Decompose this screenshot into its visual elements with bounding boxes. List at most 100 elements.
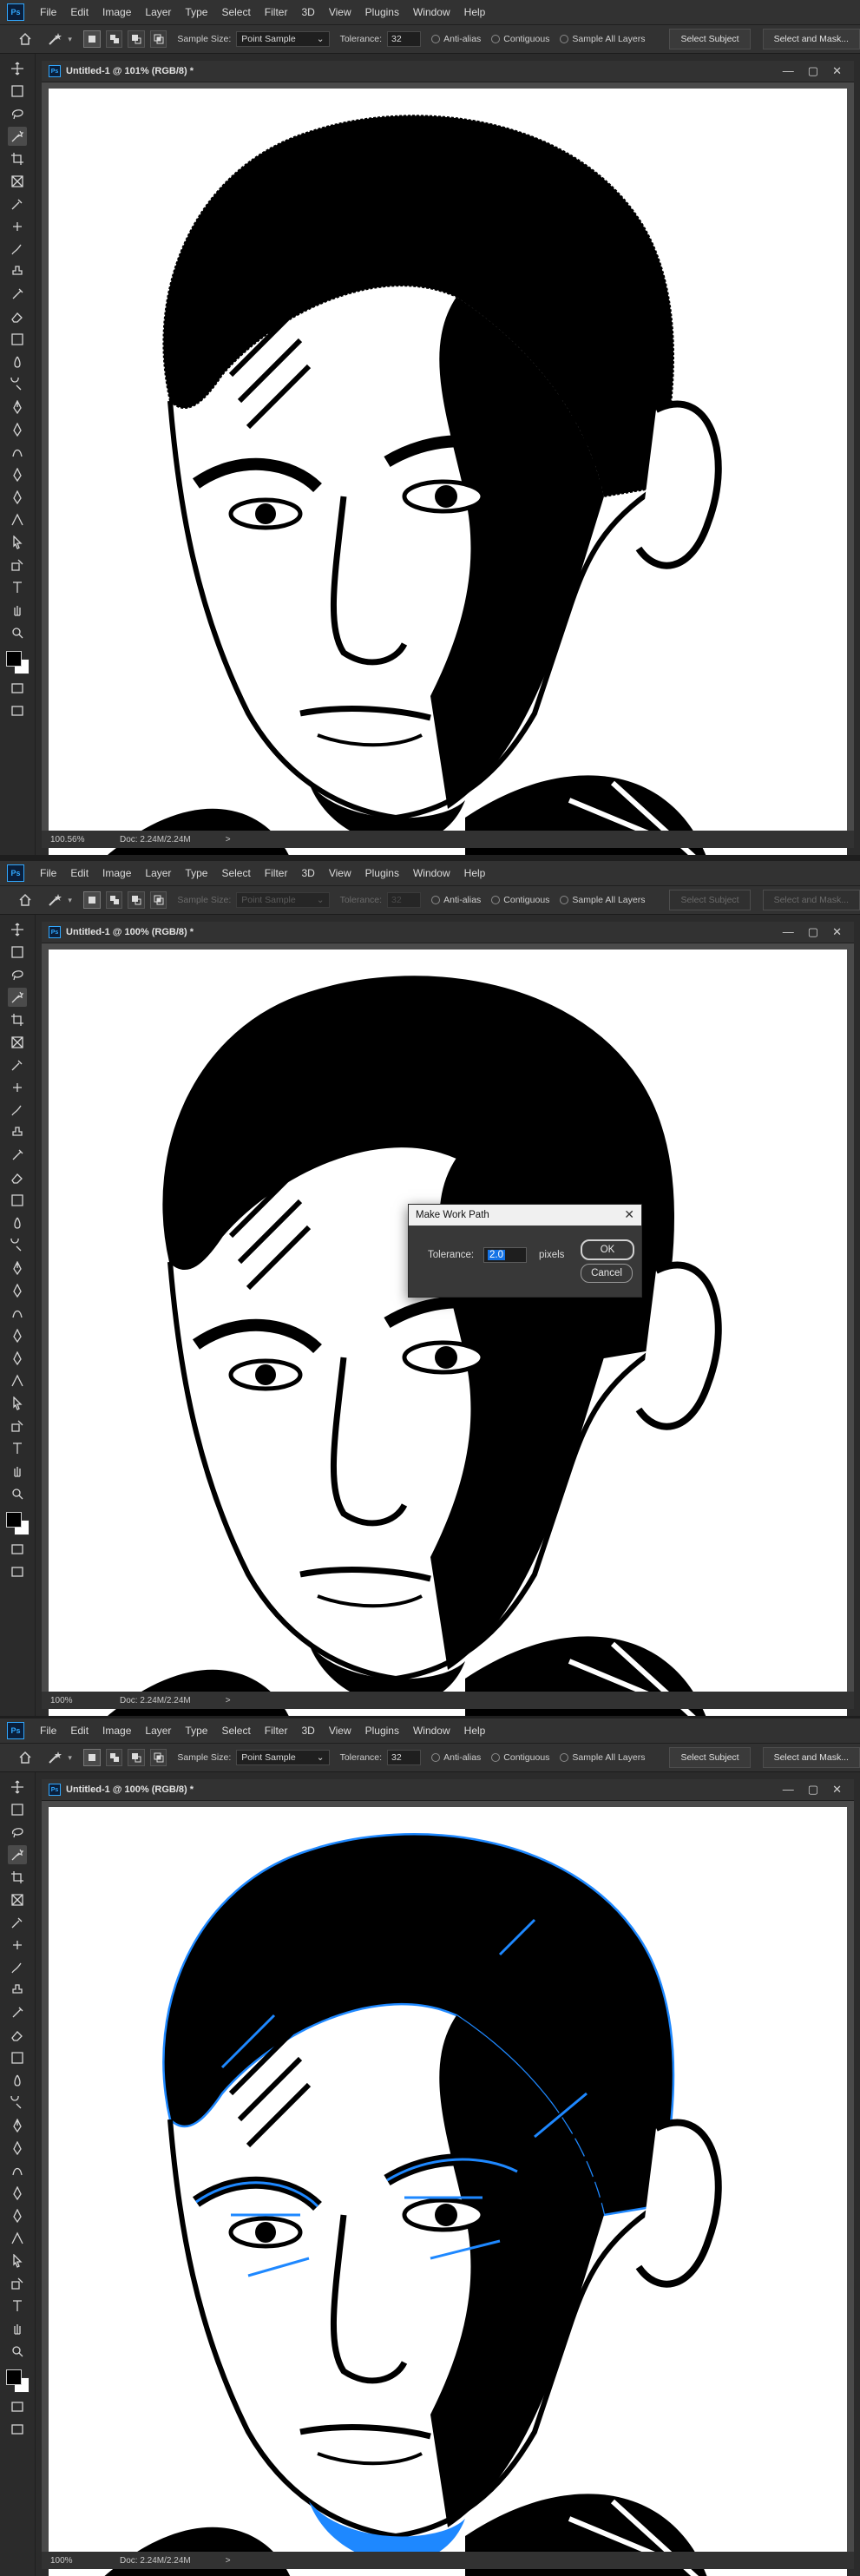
add-to-selection-button[interactable] [105,1749,123,1766]
lasso-tool-icon[interactable] [8,965,27,984]
photoshop-logo-icon[interactable]: Ps [7,3,24,21]
status-menu-arrow-icon[interactable]: > [226,835,231,844]
marquee-tool-icon[interactable] [8,943,27,962]
lasso-tool-icon[interactable] [8,1823,27,1842]
sample-size-select[interactable]: Point Sample ⌄ [236,1750,330,1765]
home-icon[interactable] [16,890,34,910]
photoshop-logo-icon[interactable]: Ps [7,864,24,882]
document-info[interactable]: Doc: 2.24M/2.24M [120,1696,191,1705]
sample-all-layers-checkbox[interactable]: Sample All Layers [560,1752,645,1763]
magic-wand-tool-icon[interactable] [8,127,27,146]
move-tool-icon[interactable] [8,1778,27,1797]
contiguous-checkbox[interactable]: Contiguous [491,34,549,44]
path-selection-tool-icon[interactable] [8,1394,27,1413]
canvas[interactable] [49,1807,847,2576]
sample-all-layers-checkbox[interactable]: Sample All Layers [560,34,645,44]
menu-filter[interactable]: Filter [258,1718,295,1743]
curvature-pen-tool-icon[interactable] [8,2161,27,2180]
hand-tool-icon[interactable] [8,1462,27,1481]
minimize-icon[interactable]: — [783,64,794,78]
subtract-from-selection-button[interactable] [128,891,145,909]
add-to-selection-button[interactable] [105,891,123,909]
maximize-icon[interactable]: ▢ [808,64,818,78]
magic-wand-tool-icon[interactable] [8,988,27,1007]
menu-edit[interactable]: Edit [63,861,95,885]
menu-type[interactable]: Type [178,861,214,885]
add-to-selection-button[interactable] [105,30,123,48]
close-icon[interactable]: ✕ [624,1207,634,1222]
menu-filter[interactable]: Filter [258,861,295,885]
brush-tool-icon[interactable] [8,240,27,259]
hand-tool-icon[interactable] [8,601,27,620]
clone-stamp-tool-icon[interactable] [8,1123,27,1142]
anti-alias-checkbox[interactable]: Anti-alias [431,895,481,905]
menu-plugins[interactable]: Plugins [358,0,406,24]
eraser-tool-icon[interactable] [8,307,27,326]
shape-tool-icon[interactable] [8,555,27,575]
convert-point-tool-icon[interactable] [8,1371,27,1390]
menu-window[interactable]: Window [406,0,457,24]
anti-alias-checkbox[interactable]: Anti-alias [431,1752,481,1763]
crop-tool-icon[interactable] [8,149,27,168]
subtract-from-selection-button[interactable] [128,30,145,48]
select-subject-button[interactable]: Select Subject [669,890,751,910]
menu-filter[interactable]: Filter [258,0,295,24]
document-info[interactable]: Doc: 2.24M/2.24M [120,835,191,844]
type-tool-icon[interactable] [8,2297,27,2316]
blur-tool-icon[interactable] [8,1213,27,1232]
document-info[interactable]: Doc: 2.24M/2.24M [120,2556,191,2566]
menu-view[interactable]: View [322,861,358,885]
move-tool-icon[interactable] [8,59,27,78]
menu-edit[interactable]: Edit [63,1718,95,1743]
path-selection-tool-icon[interactable] [8,533,27,552]
tolerance-input[interactable]: 32 [387,892,422,908]
freeform-pen-tool-icon[interactable] [8,2139,27,2158]
curvature-pen-tool-icon[interactable] [8,443,27,462]
menu-file[interactable]: File [33,861,63,885]
menu-layer[interactable]: Layer [138,0,178,24]
brush-tool-icon[interactable] [8,1958,27,1977]
healing-brush-tool-icon[interactable] [8,1935,27,1955]
eraser-tool-icon[interactable] [8,2026,27,2045]
menu-plugins[interactable]: Plugins [358,1718,406,1743]
sample-size-select[interactable]: Point Sample ⌄ [236,892,330,908]
zoom-level[interactable]: 100% [50,2556,111,2566]
document-tab[interactable]: Ps Untitled-1 @ 101% (RGB/8) * — ▢ ✕ [42,61,854,82]
menu-file[interactable]: File [33,0,63,24]
canvas[interactable] [49,89,847,855]
menu-3d[interactable]: 3D [294,1718,321,1743]
new-selection-button[interactable] [83,1749,101,1766]
color-swatches[interactable] [4,1510,30,1536]
frame-tool-icon[interactable] [8,172,27,191]
status-menu-arrow-icon[interactable]: > [226,1696,231,1705]
convert-point-tool-icon[interactable] [8,510,27,529]
healing-brush-tool-icon[interactable] [8,217,27,236]
healing-brush-tool-icon[interactable] [8,1078,27,1097]
tool-preset-picker[interactable]: ▾ [48,890,78,910]
lasso-tool-icon[interactable] [8,104,27,123]
dialog-title-bar[interactable]: Make Work Path ✕ [409,1205,641,1226]
eyedropper-tool-icon[interactable] [8,1913,27,1932]
tolerance-input[interactable]: 32 [387,31,422,47]
delete-anchor-tool-icon[interactable] [8,488,27,507]
select-subject-button[interactable]: Select Subject [669,29,751,49]
freeform-pen-tool-icon[interactable] [8,420,27,439]
eraser-tool-icon[interactable] [8,1168,27,1187]
menu-layer[interactable]: Layer [138,1718,178,1743]
menu-plugins[interactable]: Plugins [358,861,406,885]
clone-stamp-tool-icon[interactable] [8,1981,27,2000]
maximize-icon[interactable]: ▢ [808,925,818,939]
menu-type[interactable]: Type [178,1718,214,1743]
menu-file[interactable]: File [33,1718,63,1743]
photoshop-logo-icon[interactable]: Ps [7,1722,24,1739]
pen-tool-icon[interactable] [8,1258,27,1278]
document-tab[interactable]: Ps Untitled-1 @ 100% (RGB/8) * — ▢ ✕ [42,1779,854,1801]
add-anchor-tool-icon[interactable] [8,465,27,484]
zoom-tool-icon[interactable] [8,2342,27,2361]
select-and-mask-button[interactable]: Select and Mask... [762,29,860,49]
magic-wand-tool-icon[interactable] [8,1845,27,1864]
marquee-tool-icon[interactable] [8,1800,27,1819]
color-swatches[interactable] [4,2368,30,2394]
minimize-icon[interactable]: — [783,925,794,939]
quick-mask-icon[interactable] [8,1540,27,1559]
